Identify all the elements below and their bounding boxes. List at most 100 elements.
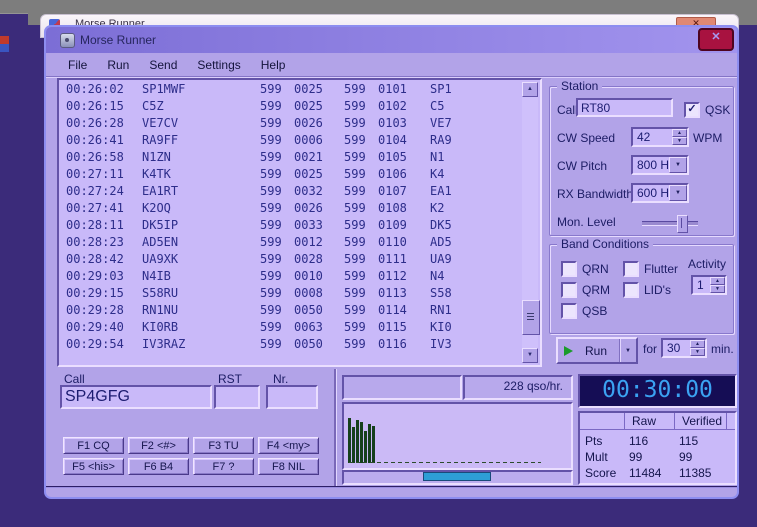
minutes-down-icon[interactable]: ▼ — [690, 348, 705, 356]
minutes-up-icon[interactable]: ▲ — [690, 340, 705, 348]
log-cell: 599 — [344, 149, 378, 166]
log-row: 00:28:23AD5EN59900125990110AD5 — [59, 234, 520, 251]
fkey-button-f3[interactable]: F3 TU — [193, 437, 254, 454]
cw-pitch-select[interactable]: 800 Hz ▼ — [631, 155, 689, 175]
score-table: RawVerified Pts116115Mult9999Score114841… — [578, 411, 737, 485]
rx-bandwidth-dropdown-icon[interactable]: ▼ — [669, 185, 687, 201]
log-cell: 599 — [260, 285, 294, 302]
log-cell: 599 — [344, 319, 378, 336]
title-bar[interactable]: Morse Runner ✕ — [46, 27, 737, 53]
log-cell: AD5EN — [142, 234, 260, 251]
rx-bandwidth-select[interactable]: 600 Hz ▼ — [631, 183, 689, 203]
rst-entry-input[interactable] — [214, 385, 260, 409]
activity-up-icon[interactable]: ▲ — [710, 277, 725, 285]
log-cell: 0032 — [294, 183, 344, 200]
log-cell: 0026 — [294, 200, 344, 217]
scroll-down-icon[interactable]: ▼ — [522, 348, 538, 363]
desktop-icon[interactable] — [0, 36, 9, 52]
station-group: Station Call ✓ QSK CW Speed 42 ▲▼ WPM CW… — [549, 86, 734, 236]
scroll-up-icon[interactable]: ▲ — [522, 82, 538, 97]
log-cell: 00:29:28 — [66, 302, 142, 319]
fkey-button-f6[interactable]: F6 B4 — [128, 458, 189, 475]
log-cell: 0116 — [378, 336, 430, 353]
checkbox-qrm[interactable]: QRM — [561, 279, 610, 300]
menu-item-file[interactable]: File — [58, 55, 97, 75]
log-row: 00:27:11K4TK59900255990106K4 — [59, 166, 520, 183]
cw-speed-spinner[interactable]: 42 ▲▼ — [631, 127, 689, 147]
log-cell: 599 — [260, 81, 294, 98]
cw-speed-down-icon[interactable]: ▼ — [672, 137, 687, 145]
activity-spinner[interactable]: 1 ▲▼ — [691, 275, 727, 295]
log-row: 00:28:11DK5IP59900335990109DK5 — [59, 217, 520, 234]
log-cell: 0050 — [294, 302, 344, 319]
activity-down-icon[interactable]: ▼ — [710, 285, 725, 293]
rate-bar — [352, 427, 355, 463]
fkey-button-f4[interactable]: F4 <my> — [258, 437, 319, 454]
nr-entry-input[interactable] — [266, 385, 318, 409]
log-cell: 0102 — [378, 98, 430, 115]
fkey-button-f2[interactable]: F2 <#> — [128, 437, 189, 454]
checkbox-flutter[interactable]: Flutter — [623, 258, 678, 279]
call-entry-input[interactable] — [60, 385, 212, 409]
station-group-title: Station — [557, 79, 602, 93]
mon-level-slider[interactable] — [642, 221, 698, 226]
checkbox-box[interactable] — [561, 261, 577, 277]
minutes-spinner[interactable]: 30 ▲▼ — [661, 338, 707, 358]
checkbox-lids[interactable]: LID's — [623, 279, 678, 300]
menu-item-run[interactable]: Run — [97, 55, 139, 75]
log-cell: 0010 — [294, 268, 344, 285]
fkey-button-f5[interactable]: F5 <his> — [63, 458, 124, 475]
checkbox-box[interactable] — [623, 282, 639, 298]
checkbox-box[interactable] — [561, 282, 577, 298]
log-cell: 0063 — [294, 319, 344, 336]
log-row: 00:28:42UA9XK59900285990111UA9 — [59, 251, 520, 268]
scrollbar-thumb[interactable] — [522, 300, 540, 335]
close-button[interactable]: ✕ — [698, 28, 734, 51]
log-row: 00:27:24EA1RT59900325990107EA1 — [59, 183, 520, 200]
band-col-2: FlutterLID's — [623, 258, 678, 300]
log-cell: 599 — [260, 234, 294, 251]
score-header-cell — [726, 413, 735, 429]
session-progress[interactable] — [342, 470, 573, 485]
log-cell: K2 — [430, 200, 520, 217]
score-cell: 11385 — [674, 465, 726, 481]
log-cell: DK5 — [430, 217, 520, 234]
log-row: 00:26:58N1ZN59900215990105N1 — [59, 149, 520, 166]
station-call-input[interactable] — [576, 98, 673, 117]
qsk-row[interactable]: ✓ QSK — [684, 99, 757, 120]
band-conditions-title: Band Conditions — [557, 237, 653, 251]
score-cell: 115 — [674, 433, 726, 449]
log-cell: 00:26:02 — [66, 81, 142, 98]
log-cell: 0101 — [378, 81, 430, 98]
log-cell: 599 — [344, 132, 378, 149]
fkey-button-f1[interactable]: F1 CQ — [63, 437, 124, 454]
app-icon — [60, 33, 75, 48]
checkbox-box[interactable] — [623, 261, 639, 277]
rst-label: RST — [218, 372, 242, 386]
checkbox-qsb[interactable]: QSB — [561, 300, 610, 321]
menu-item-settings[interactable]: Settings — [187, 55, 250, 75]
run-dropdown-icon[interactable]: ▼ — [619, 339, 636, 362]
log-cell: IV3RAZ — [142, 336, 260, 353]
log-cell: 599 — [260, 98, 294, 115]
log-cell: 599 — [260, 302, 294, 319]
mon-level-thumb[interactable] — [677, 215, 688, 233]
menu-item-help[interactable]: Help — [251, 55, 296, 75]
log-cell: S58 — [430, 285, 520, 302]
log-cell: K4 — [430, 166, 520, 183]
fkey-button-f7[interactable]: F7 ? — [193, 458, 254, 475]
log-cell: 599 — [344, 268, 378, 285]
cw-pitch-dropdown-icon[interactable]: ▼ — [669, 157, 687, 173]
checkbox-qrn[interactable]: QRN — [561, 258, 610, 279]
menu-item-send[interactable]: Send — [139, 55, 187, 75]
run-button[interactable]: Run ▼ — [556, 337, 638, 364]
cw-speed-up-icon[interactable]: ▲ — [672, 129, 687, 137]
score-cell: 99 — [674, 449, 726, 465]
qsk-checkbox[interactable]: ✓ — [684, 102, 700, 118]
checkbox-box[interactable] — [561, 303, 577, 319]
rate-bar — [372, 426, 375, 463]
score-header-cell: Raw — [624, 413, 674, 429]
log-scrollbar[interactable]: ▲ ▼ — [522, 82, 538, 363]
fkey-button-f8[interactable]: F8 NIL — [258, 458, 319, 475]
band-col-1: QRNQRMQSB — [561, 258, 610, 321]
